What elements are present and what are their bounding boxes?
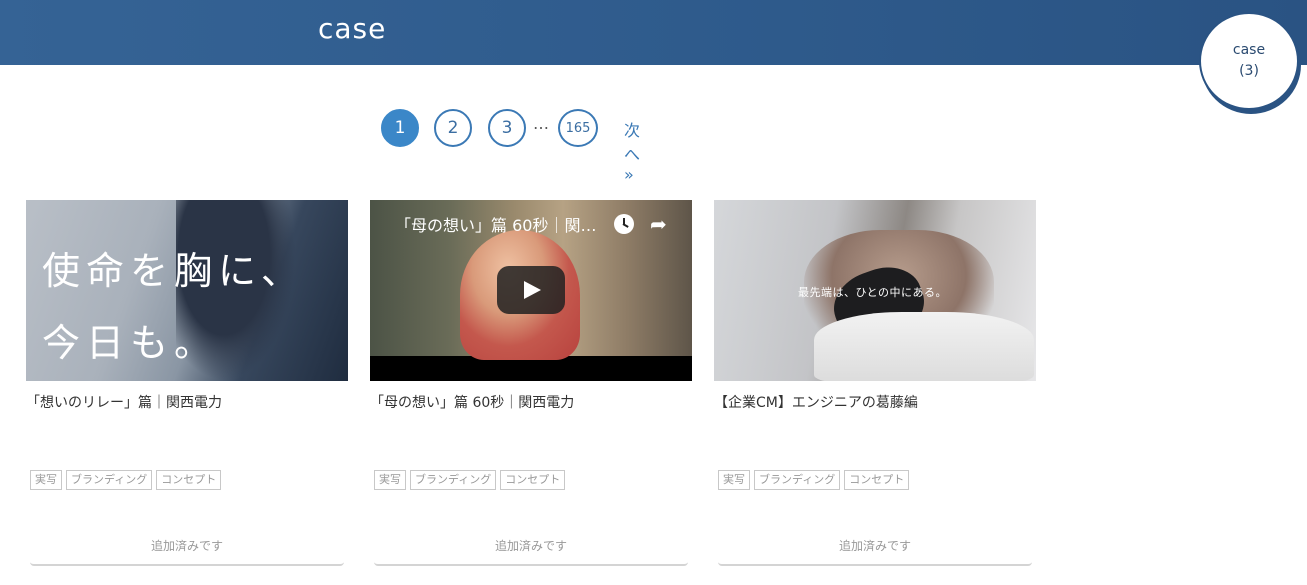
video-player[interactable]: 「母の想い」篇 60秒｜関… ➦ (370, 200, 692, 381)
tag[interactable]: 実写 (374, 470, 406, 490)
page-165-button[interactable]: 165 (558, 109, 598, 147)
page-title: case (318, 12, 387, 45)
card-thumbnail[interactable]: 使命を胸に、 今日も。 (26, 200, 348, 381)
card-thumbnail[interactable]: 最先端は、ひとの中にある。 (714, 200, 1036, 381)
tag[interactable]: ブランディング (754, 470, 841, 490)
added-status-button[interactable]: 追加済みです (374, 526, 688, 566)
tag-list: 実写 ブランディング コンセプト (718, 470, 910, 490)
share-icon[interactable]: ➦ (650, 212, 667, 236)
tag[interactable]: ブランディング (66, 470, 153, 490)
thumbnail-caption: 最先端は、ひとの中にある。 (798, 286, 948, 299)
play-icon[interactable] (497, 266, 565, 314)
video-title[interactable]: 「母の想い」篇 60秒｜関… (395, 212, 596, 236)
case-count-badge[interactable]: case (3) (1199, 12, 1299, 110)
tag-list: 実写 ブランディング コンセプト (374, 470, 566, 490)
page-3-button[interactable]: 3 (488, 109, 526, 147)
tag[interactable]: コンセプト (500, 470, 566, 490)
page-1-button[interactable]: 1 (381, 109, 419, 147)
thumbnail-mask (814, 312, 1034, 381)
thumbnail-text-line1: 使命を胸に、 (42, 249, 305, 293)
case-badge-label: case (1232, 42, 1266, 58)
tag[interactable]: 実写 (718, 470, 750, 490)
case-badge-count: (3) (1239, 63, 1259, 79)
page-2-button[interactable]: 2 (434, 109, 472, 147)
header-bar: case (0, 0, 1307, 65)
tag[interactable]: ブランディング (410, 470, 497, 490)
next-page-link[interactable]: 次へ » (624, 117, 640, 184)
case-card: 使命を胸に、 今日も。 「想いのリレー」篇｜関西電力 実写 ブランディング コン… (26, 200, 348, 566)
card-title[interactable]: 【企業CM】エンジニアの葛藤編 (714, 392, 918, 412)
clock-icon[interactable] (614, 214, 634, 234)
tag[interactable]: 実写 (30, 470, 62, 490)
tag-list: 実写 ブランディング コンセプト (30, 470, 222, 490)
pagination-ellipsis: … (533, 114, 549, 133)
card-title[interactable]: 「想いのリレー」篇｜関西電力 (26, 392, 222, 412)
card-title[interactable]: 「母の想い」篇 60秒｜関西電力 (370, 392, 574, 412)
thumbnail-text-line2: 今日も。 (42, 321, 219, 365)
case-card: 最先端は、ひとの中にある。 【企業CM】エンジニアの葛藤編 実写 ブランディング… (714, 200, 1036, 566)
tag[interactable]: コンセプト (156, 470, 222, 490)
tag[interactable]: コンセプト (844, 470, 910, 490)
case-card: 「母の想い」篇 60秒｜関… ➦ 「母の想い」篇 60秒｜関西電力 実写 ブラン… (370, 200, 692, 566)
added-status-button[interactable]: 追加済みです (30, 526, 344, 566)
added-status-button[interactable]: 追加済みです (718, 526, 1032, 566)
